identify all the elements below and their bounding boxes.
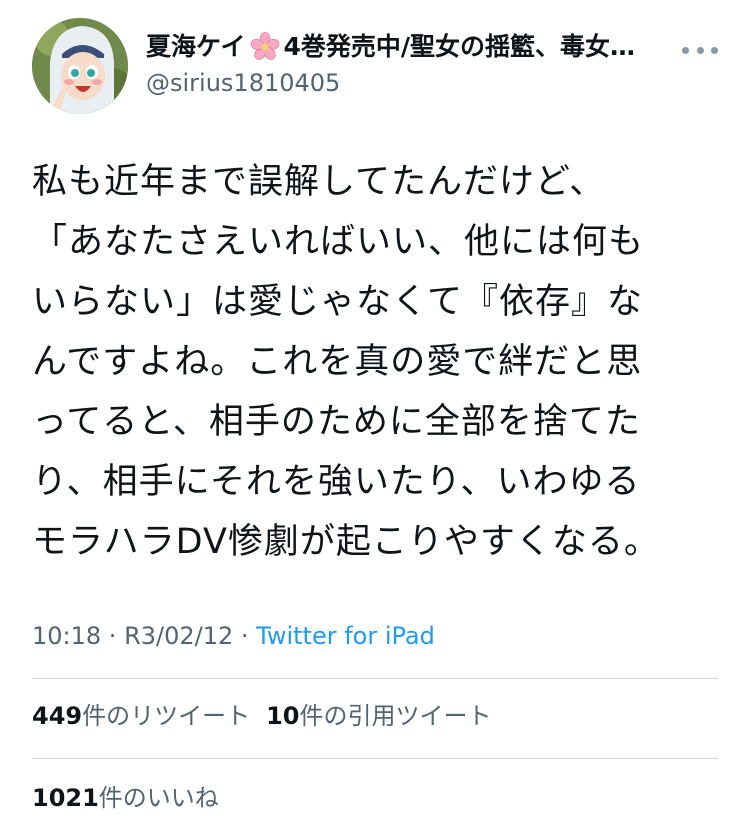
tweet-text-line: 「あなたさえいればいい、他には何も	[32, 222, 645, 262]
more-dot-icon	[696, 46, 704, 54]
display-name[interactable]: 夏海ケイ 4巻発売中/聖女の揺籃、毒女…	[146, 30, 666, 64]
user-handle[interactable]: @sirius1810405	[146, 68, 666, 98]
retweet-stats: 449件のリツイート 10件の引用ツイート	[32, 698, 492, 734]
tweet-time[interactable]: 10:18	[32, 622, 101, 650]
tweet-date[interactable]: R3/02/12	[124, 622, 233, 650]
tweet-text-line: モラハラDV惨劇が起こりやすくなる。	[32, 522, 660, 562]
quotes-stat[interactable]: 10件の引用ツイート	[266, 702, 491, 730]
nun-avatar-icon	[32, 18, 128, 114]
tweet-source-link[interactable]: Twitter for iPad	[256, 622, 435, 650]
divider	[32, 758, 718, 759]
divider	[32, 678, 718, 679]
tweet-text-line: ってると、相手のために全部を捨てた	[32, 402, 641, 442]
more-dot-icon	[711, 46, 718, 54]
likes-count: 1021	[32, 784, 99, 812]
more-options-button[interactable]	[682, 38, 718, 62]
quotes-count: 10	[266, 702, 300, 730]
meta-separator: ·	[101, 622, 125, 650]
retweets-count: 449	[32, 702, 83, 730]
display-name-text: 夏海ケイ	[146, 32, 246, 61]
cherry-blossom-icon	[250, 32, 279, 60]
tweet-text-line: り、相手にそれを強いたり、いわゆる	[32, 462, 641, 502]
likes-stat[interactable]: 1021件のいいね	[32, 784, 219, 812]
quotes-label: 件の引用ツイート	[299, 702, 492, 730]
tweet-text-line: 私も近年まで誤解してたんだけど、	[32, 162, 606, 202]
more-dot-icon	[682, 46, 689, 54]
retweets-label: 件のリツイート	[82, 702, 251, 730]
tweet-text: 私も近年まで誤解してたんだけど、 「あなたさえいればいい、他には何も いらない」…	[32, 152, 722, 572]
avatar[interactable]	[32, 18, 128, 114]
meta-separator: ·	[233, 622, 257, 650]
likes-label: 件のいいね	[98, 784, 219, 812]
like-stats: 1021件のいいね	[32, 780, 219, 816]
tweet-meta: 10:18 · R3/02/12 · Twitter for iPad	[32, 618, 435, 654]
tweet-text-line: んですよね。これを真の愛で絆だと思	[32, 342, 643, 382]
retweets-stat[interactable]: 449件のリツイート	[32, 702, 250, 730]
tweet-text-line: いらない」は愛じゃなくて『依存』な	[32, 282, 643, 322]
tweet-header: 夏海ケイ 4巻発売中/聖女の揺籃、毒女… @sirius1810405	[32, 18, 722, 118]
display-name-suffix: 4巻発売中/聖女の揺籃、毒女…	[283, 32, 636, 61]
